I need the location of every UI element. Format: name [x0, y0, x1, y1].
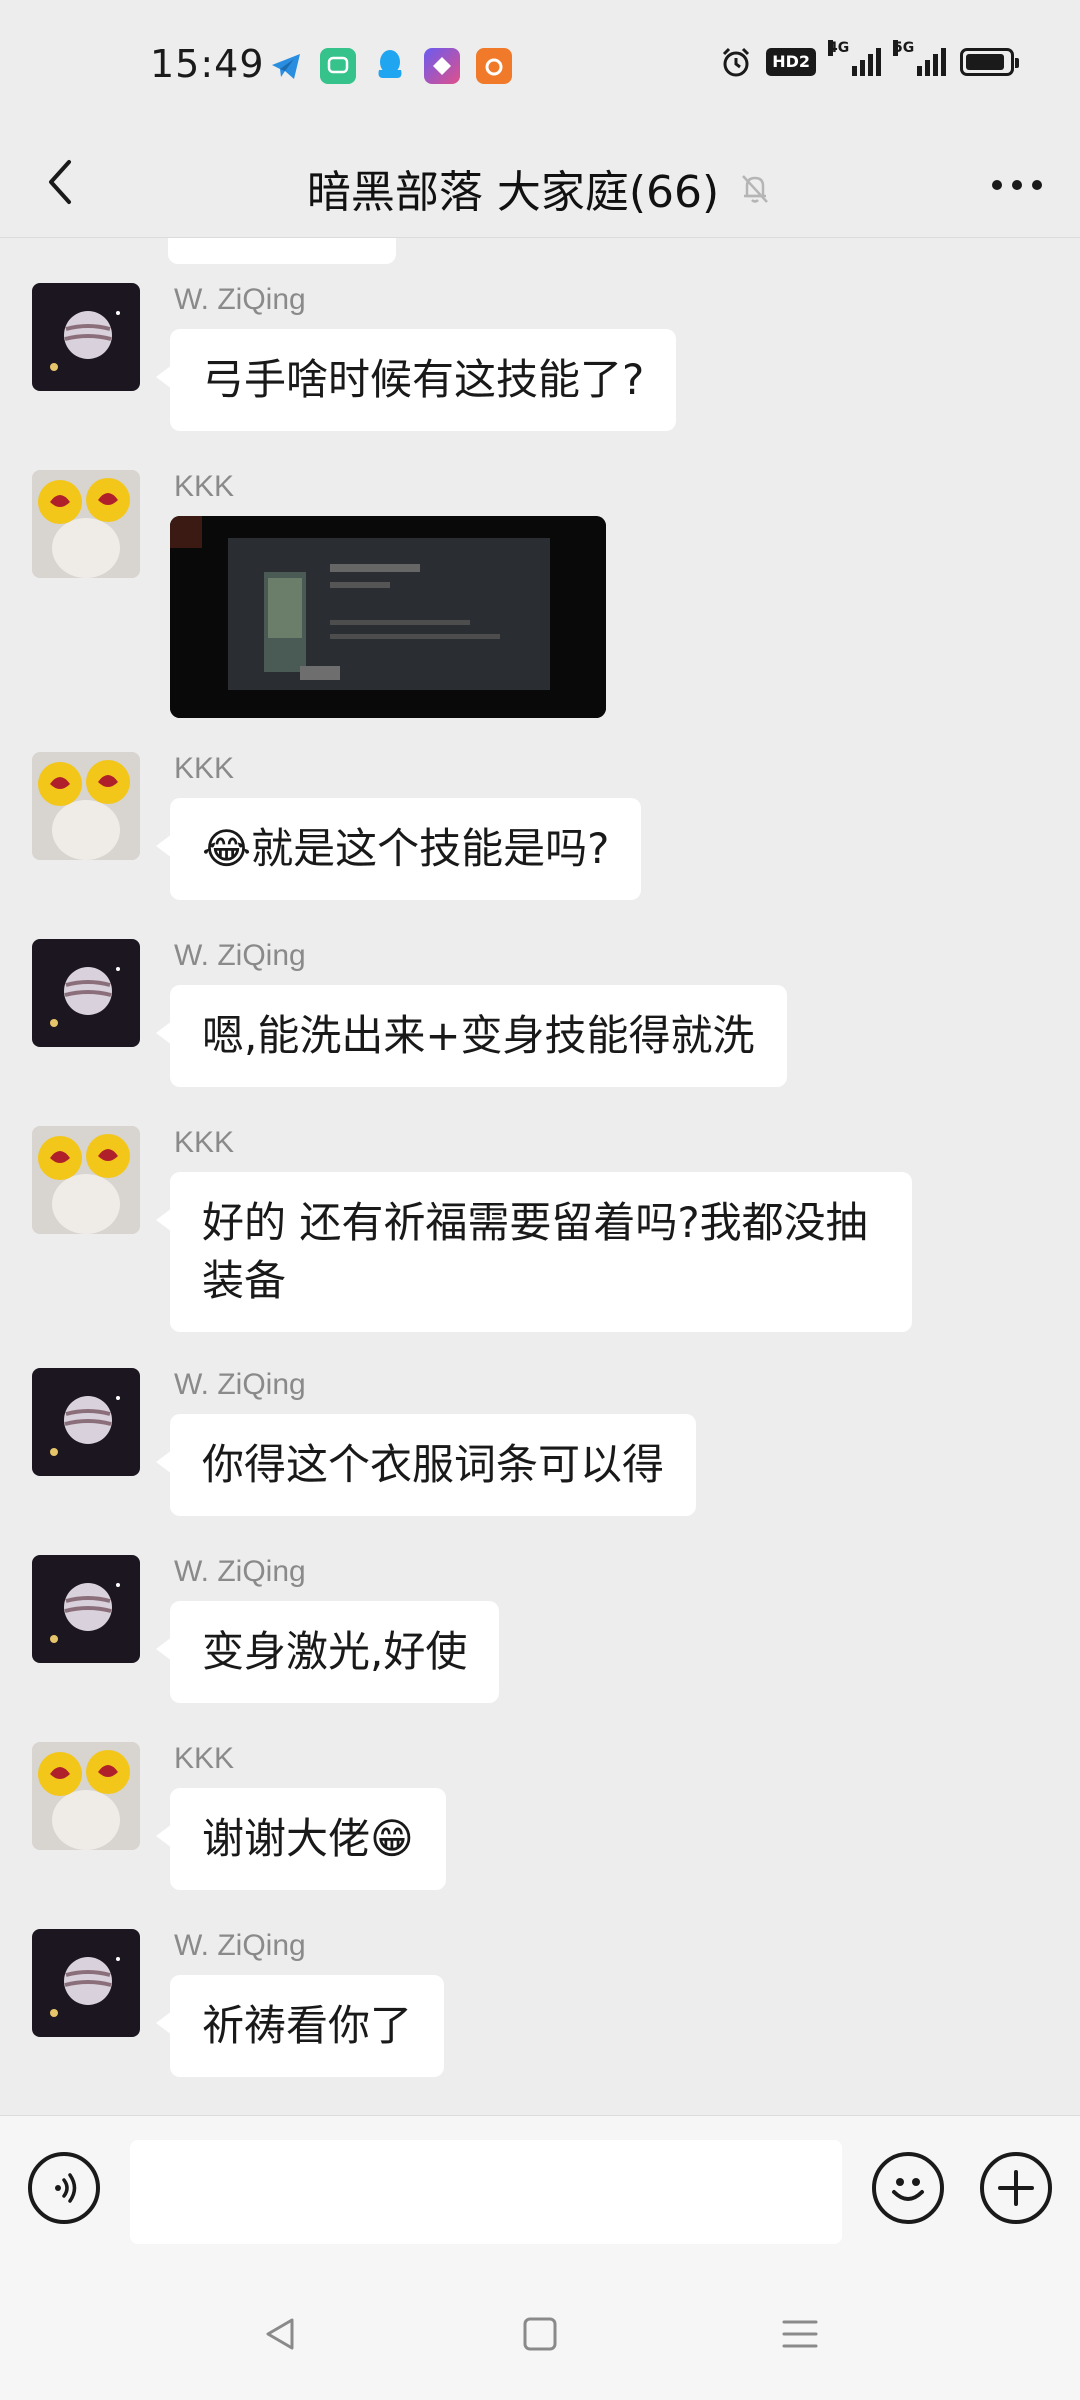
nav-back-button[interactable]: [250, 2304, 310, 2364]
sender-name: W. ZiQing: [174, 283, 306, 316]
message-bubble[interactable]: 弓手啥时候有这技能了?: [155, 329, 677, 431]
avatar[interactable]: [32, 1368, 140, 1476]
message-bubble[interactable]: 😂就是这个技能是吗?: [155, 798, 642, 900]
avatar[interactable]: [32, 470, 140, 578]
system-nav-bar: [0, 2260, 1080, 2400]
avatar[interactable]: [32, 752, 140, 860]
avatar[interactable]: [32, 283, 140, 391]
message-bubble[interactable]: 嗯,能洗出来+变身技能得就洗: [156, 985, 787, 1087]
image-message[interactable]: [170, 516, 606, 718]
chat-header: 暗黑部落 大家庭(66): [0, 130, 1080, 238]
message-input[interactable]: [130, 2140, 842, 2244]
sender-name: W. ZiQing: [174, 1368, 306, 1401]
avatar[interactable]: [32, 939, 140, 1047]
chat-input-bar: [0, 2115, 1080, 2260]
notification-icons: [268, 48, 512, 84]
message-bubble[interactable]: 谢谢大佬😁: [156, 1788, 446, 1890]
status-bar: 15:49 HD2 4G 5G: [0, 0, 1080, 130]
chat-messages[interactable]: W. ZiQing 弓手啥时候有这技能了? KKK KKK 😂就是这个技能是吗?…: [0, 238, 1080, 2115]
signal-5g-icon: 5G: [893, 40, 946, 76]
battery-fill: [966, 54, 1004, 70]
emoji-icon: [892, 2178, 924, 2201]
sender-name: W. ZiQing: [174, 1555, 306, 1588]
avatar[interactable]: [32, 1742, 140, 1850]
voice-button[interactable]: [28, 2152, 100, 2224]
nav-menu-icon: [782, 2320, 818, 2348]
message-bubble[interactable]: 变身激光,好使: [155, 1601, 500, 1703]
signal-4g-icon: 4G: [828, 40, 881, 76]
sender-name: KKK: [174, 1126, 235, 1159]
system-icons: HD2 4G 5G: [720, 40, 1019, 78]
sender-name: W. ZiQing: [174, 1929, 306, 1962]
bell-off-icon: [742, 175, 769, 203]
avatar[interactable]: [32, 1929, 140, 2037]
messages-icon: [320, 48, 356, 84]
message-bubble-partial[interactable]: [168, 238, 396, 264]
message-bubble[interactable]: 你得这个衣服词条可以得: [155, 1414, 697, 1516]
avatar[interactable]: [32, 1126, 140, 1234]
emoji-button[interactable]: [872, 2152, 944, 2224]
sender-name: KKK: [174, 752, 235, 785]
nav-recents-button[interactable]: [770, 2304, 830, 2364]
nav-home-button[interactable]: [510, 2304, 570, 2364]
shortcut-icon: [424, 48, 460, 84]
qq-icon: [372, 48, 408, 84]
sender-name: W. ZiQing: [174, 939, 306, 972]
telegram-icon: [268, 48, 304, 84]
avatar[interactable]: [32, 1555, 140, 1663]
more-icon: [992, 180, 1042, 190]
nav-back-icon: [266, 2318, 294, 2350]
voice-icon: [55, 2173, 77, 2203]
chat-title: 暗黑部落 大家庭(66): [306, 167, 720, 218]
more-features-button[interactable]: [980, 2152, 1052, 2224]
nav-home-icon: [523, 2317, 557, 2351]
plus-icon: [998, 2170, 1034, 2206]
message-bubble[interactable]: 祈祷看你了: [155, 1975, 445, 2077]
sender-name: KKK: [174, 470, 235, 503]
status-time: 15:49: [150, 42, 265, 86]
message-bubble[interactable]: 好的 还有祈福需要留着吗?我都没抽装备: [156, 1172, 912, 1332]
screenshot-thumbnail: [170, 516, 606, 718]
alarm-icon: [723, 47, 750, 77]
battery-icon: [960, 48, 1019, 76]
uc-browser-icon: [476, 48, 512, 84]
hd-badge: HD2: [766, 48, 816, 76]
chat-title-container: 暗黑部落 大家庭(66): [0, 156, 1080, 220]
sender-name: KKK: [174, 1742, 235, 1775]
more-options-button[interactable]: [984, 160, 1050, 210]
